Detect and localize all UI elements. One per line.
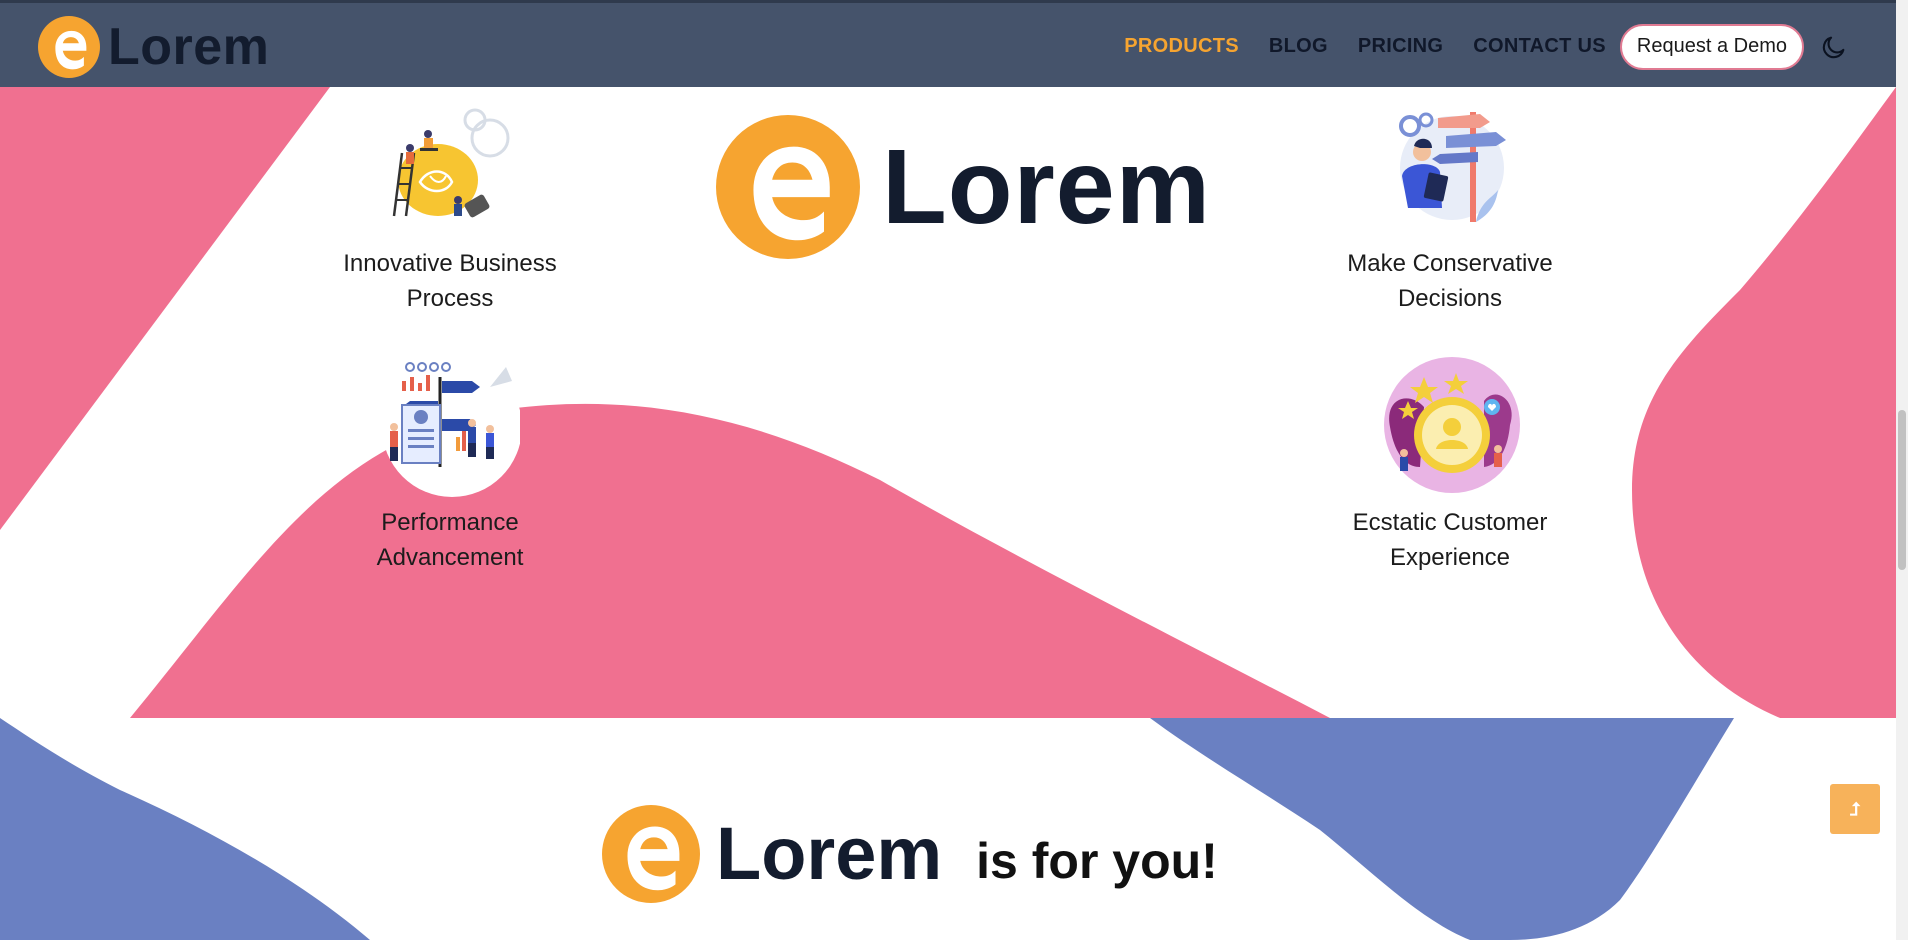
site-header: Lorem PRODUCTS BLOG PRICING CONTACT US R… [0, 0, 1908, 87]
feature-card: Performance Advancement [310, 357, 590, 575]
header-logo[interactable]: Lorem [38, 16, 269, 78]
analytics-illustration-icon [382, 357, 520, 497]
feature-title: Make Conservative Decisions [1347, 250, 1553, 312]
lorem-e-logo-icon [38, 16, 100, 78]
scrollbar-thumb[interactable] [1898, 410, 1906, 570]
main-nav: PRODUCTS BLOG PRICING CONTACT US Request… [1124, 3, 1908, 90]
nav-contact-us[interactable]: CONTACT US [1473, 35, 1606, 58]
hero-logo: Lorem [716, 115, 1211, 259]
feature-card: Innovative Business Process [310, 98, 590, 316]
moon-icon[interactable] [1820, 33, 1848, 61]
hero-logo-text: Lorem [882, 128, 1211, 246]
bottom-brand: Lorem is for you! [602, 805, 1218, 903]
nav-blog[interactable]: BLOG [1269, 35, 1328, 58]
feature-card: Ecstatic Customer Experience [1310, 357, 1590, 575]
tagline: is for you! [976, 833, 1218, 889]
bottom-logo-text: Lorem [716, 812, 943, 895]
header-logo-text: Lorem [108, 18, 270, 76]
arrow-up-icon: ⮥ [1849, 798, 1861, 819]
feature-title: Ecstatic Customer Experience [1352, 509, 1548, 571]
feature-title: Innovative Business Process [343, 250, 557, 312]
nav-products[interactable]: PRODUCTS [1124, 35, 1239, 58]
request-demo-button[interactable]: Request a Demo [1619, 23, 1804, 70]
lorem-e-logo-icon [602, 805, 700, 903]
feature-card: Make Conservative Decisions [1310, 98, 1590, 316]
nav-pricing[interactable]: PRICING [1358, 35, 1443, 58]
customer-rating-illustration-icon [1384, 357, 1520, 493]
feature-title: Performance Advancement [376, 509, 524, 571]
signpost-illustration-icon [1399, 112, 1506, 222]
back-to-top-button[interactable]: ⮥ [1830, 784, 1880, 834]
lightbulb-illustration-icon [392, 108, 510, 218]
lorem-e-logo-icon [716, 115, 860, 259]
page-scrollbar[interactable] [1896, 0, 1908, 940]
